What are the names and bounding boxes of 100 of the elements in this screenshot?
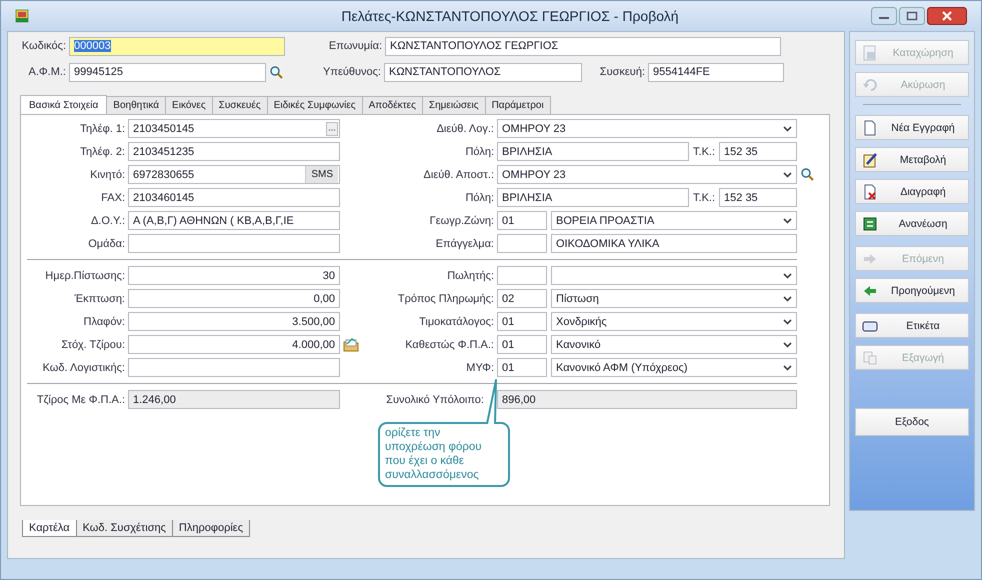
text-field[interactable]: 152 35 [719,188,797,207]
text-field[interactable]: Α (Α,Β,Γ) ΑΘΗΝΩΝ ( ΚΒ,Α,Β,Γ,ΙΕ [128,211,340,230]
action-button[interactable]: Προηγούμενη [855,278,969,303]
text-field[interactable]: 000003 [69,36,285,56]
field-label: Ομάδα: [87,238,125,250]
code-field[interactable]: 01 [497,335,547,354]
text-field[interactable]: ΟΙΚΟΔΟΜΙΚΑ ΥΛΙΚΑ [551,234,797,253]
number-field[interactable]: 30 [128,266,340,285]
sms-button[interactable]: SMS [305,166,338,183]
field-label: Πόλη: [464,146,494,158]
text-field[interactable]: 2103451235 [128,142,340,161]
field-label: Τηλέφ. 2: [79,146,125,158]
tab[interactable]: Βασικά Στοιχεία [20,95,108,115]
dropdown-field[interactable]: Κανονικό [551,335,797,354]
text-field[interactable]: 6972830655 SMS [128,165,340,184]
tab[interactable]: Καρτέλα [22,520,77,537]
maximize-icon[interactable] [899,7,925,25]
field-label: Επάγγελμα: [434,238,494,250]
tab[interactable]: Εικόνες [165,96,213,114]
minimize-icon[interactable] [871,7,897,25]
dropdown-field[interactable] [551,266,797,285]
dropdown-field[interactable]: Κανονικό ΑΦΜ (Υπόχρεος) [551,358,797,377]
code-field[interactable]: 01 [497,211,547,230]
dropdown-field[interactable]: Χονδρικής [551,312,797,331]
field-label: Κωδικός: [20,40,66,52]
chevron-icon [783,217,792,224]
field-label: Κωδ. Λογιστικής: [42,362,125,374]
action-button[interactable]: Εξοδος [855,408,969,436]
action-button[interactable]: Μεταβολή [855,147,969,172]
field-label: Συσκευή: [598,66,645,78]
readonly-field[interactable]: 1.246,00 [128,390,340,409]
tab[interactable]: Σημειώσεις [422,96,486,114]
field-label: Διεύθ. Λογ.: [436,122,494,134]
number-field[interactable]: 3.500,00 [128,312,340,331]
field-label: Στόχ. Τζίρου: [60,338,125,350]
field-label: Πλαφόν: [82,316,125,328]
field-label: Καθεστώς Φ.Π.Α.: [404,338,494,350]
dropdown-field[interactable]: ΒΟΡΕΙΑ ΠΡΟΑΣΤΙΑ [551,211,797,230]
pencil-icon [862,152,878,168]
dropdown-field[interactable]: ΟΜΗΡΟΥ 23 [497,165,797,184]
field-label: ΜΥΦ: [465,362,494,374]
chevron-icon [783,295,792,302]
action-button[interactable]: Νέα Εγγραφή [855,115,969,140]
search-icon[interactable] [800,167,815,182]
field-label: Πωλητής: [446,270,494,282]
field-label: Τρόπος Πληρωμής: [396,292,494,304]
readonly-field[interactable]: 896,00 [497,390,797,409]
callout-pointer [486,378,498,424]
text-field[interactable]: ΒΡΙΛΗΣΙΑ [497,142,689,161]
text-field[interactable]: ΚΩΝΣΤΑΝΤΟΠΟΥΛΟΣ ΓΕΩΡΓΙΟΣ [385,36,781,56]
code-field[interactable]: 02 [497,289,547,308]
tab[interactable]: Παράμετροι [484,96,551,114]
code-field[interactable]: 01 [497,358,547,377]
field-label: Έκπτωση: [74,292,125,304]
field-label: Τιμοκατάλογος: [418,316,494,328]
chevron-icon [783,341,792,348]
action-button[interactable]: Ετικέτα [855,313,969,338]
field-label: Πόλη: [464,192,494,204]
number-field[interactable]: 0,00 [128,289,340,308]
text-field[interactable]: 152 35 [719,142,797,161]
action-button[interactable]: Ανανέωση [855,211,969,236]
tab[interactable]: Συσκευές [212,96,268,114]
app-icon [15,9,29,23]
text-field[interactable] [128,234,340,253]
text-field[interactable]: 2103450145 [128,119,340,138]
chevron-icon [783,272,792,279]
tab[interactable]: Ειδικές Συμφωνίες [266,96,363,114]
document-icon [862,120,878,136]
copy-icon [862,350,878,366]
field-label: Υπεύθυνος: [322,66,381,78]
delete-icon [862,184,878,200]
text-field[interactable]: ΒΡΙΛΗΣΙΑ [497,188,689,207]
field-label: Τ.Κ.: [693,146,716,158]
code-field[interactable] [497,234,547,253]
close-icon[interactable] [927,7,967,25]
code-field[interactable] [497,266,547,285]
field-label: Τζίρος Με Φ.Π.Α.: [36,394,125,406]
field-label: Ημερ.Πίστωσης: [44,270,125,282]
text-field[interactable]: 2103460145 [128,188,340,207]
text-field[interactable] [128,358,340,377]
tab[interactable]: Κωδ. Συσχέτισης [76,520,173,537]
field-label: Δ.Ο.Υ.: [90,214,125,226]
number-field[interactable]: 4.000,00 [128,335,340,354]
dropdown-field[interactable]: Πίστωση [551,289,797,308]
field-label: Α.Φ.Μ.: [27,66,66,78]
text-field[interactable]: 9554144FE [648,62,784,82]
text-field[interactable]: ΚΩΝΣΤΑΝΤΟΠΟΥΛΟΣ [384,62,582,82]
field-label: Διεύθ. Αποστ.: [422,168,494,180]
tab[interactable]: Πληροφορίες [172,520,250,537]
action-button[interactable]: Διαγραφή [855,179,969,204]
folder-icon[interactable] [343,338,359,352]
code-field[interactable]: 01 [497,312,547,331]
tab[interactable]: Αποδέκτες [362,96,423,114]
text-field[interactable]: 99945125 [69,62,266,82]
field-label: Επωνυμία: [328,40,382,52]
search-icon[interactable] [269,64,284,80]
tab[interactable]: Βοηθητικά [106,96,166,114]
dropdown-field[interactable]: ΟΜΗΡΟΥ 23 [497,119,797,138]
field-label: Γεωγρ.Ζώνη: [428,214,494,226]
chevron-icon [783,171,792,178]
